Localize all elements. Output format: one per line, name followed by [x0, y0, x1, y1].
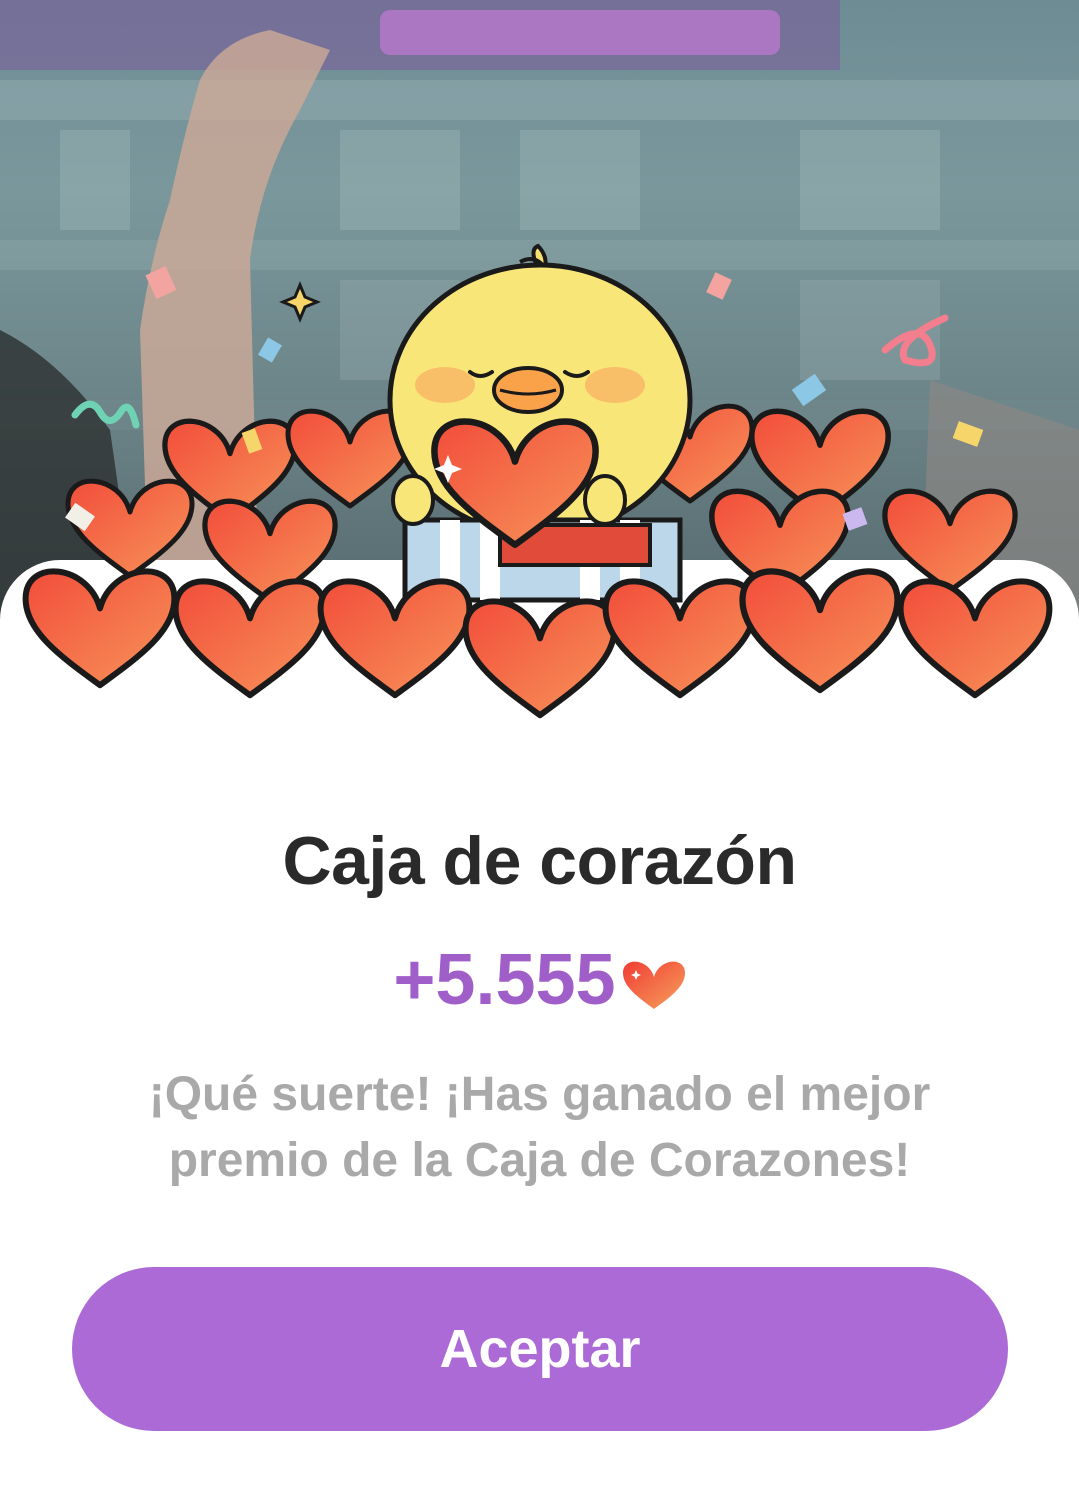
reward-message: ¡Qué suerte! ¡Has ganado el mejor premio…: [148, 1068, 931, 1187]
chick-with-hearts-illustration: [0, 243, 1079, 760]
modal-title: Caja de corazón: [282, 823, 798, 899]
accept-button-label: Aceptar: [439, 1319, 641, 1379]
reward-row: +5.555: [0, 935, 1079, 1025]
reward-amount: +5.555: [393, 940, 616, 1020]
heart-icon: [622, 961, 685, 1009]
accept-button[interactable]: Aceptar: [72, 1267, 1008, 1431]
